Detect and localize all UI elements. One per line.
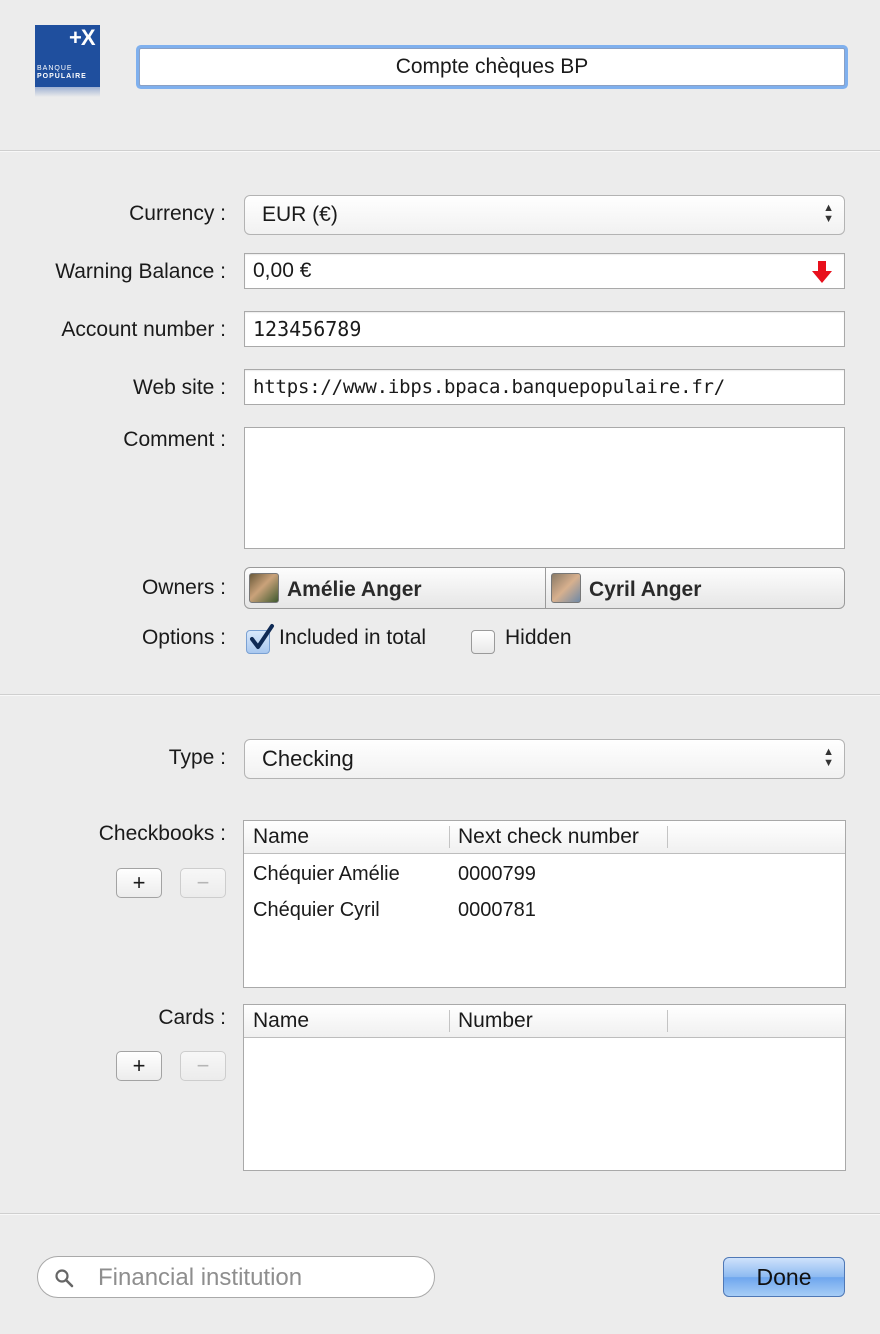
updown-arrows-icon: ▲ ▼	[823, 746, 834, 769]
column-header-name[interactable]: Name	[244, 821, 309, 853]
type-popup[interactable]: Checking ▲ ▼	[244, 739, 845, 779]
type-value: Checking	[262, 746, 354, 771]
section-divider	[0, 150, 880, 152]
logo-text-line1: BANQUE	[37, 65, 73, 72]
remove-card-button[interactable]: −	[180, 1051, 226, 1081]
type-label: Type :	[168, 746, 226, 769]
column-header-next-check-number[interactable]: Next check number	[449, 821, 639, 853]
warning-balance-field[interactable]: 0,00 €	[244, 253, 845, 289]
owner-name: Amélie Anger	[287, 578, 422, 601]
search-placeholder: Financial institution	[98, 1264, 303, 1291]
search-icon	[55, 1269, 74, 1288]
owner-name: Cyril Anger	[589, 578, 702, 601]
remove-checkbook-button[interactable]: −	[180, 868, 226, 898]
add-checkbook-button[interactable]: +	[116, 868, 162, 898]
included-in-total-label[interactable]: Included in total	[279, 626, 426, 650]
owner-amelie[interactable]: Amélie Anger	[245, 568, 545, 608]
cards-label: Cards :	[158, 1006, 226, 1029]
currency-label: Currency :	[129, 202, 226, 225]
avatar	[249, 573, 279, 603]
table-header: Name Number	[244, 1005, 845, 1038]
table-row[interactable]: Chéquier Amélie 0000799	[244, 856, 845, 892]
options-label: Options :	[141, 626, 226, 649]
checkbook-next-number: 0000799	[458, 863, 536, 885]
table-header: Name Next check number	[244, 821, 845, 854]
avatar	[551, 573, 581, 603]
account-name-field[interactable]: Compte chèques BP	[139, 48, 845, 86]
warning-balance-value: 0,00 €	[253, 259, 312, 282]
table-row[interactable]: Chéquier Cyril 0000781	[244, 892, 845, 928]
checkmark-icon	[250, 624, 274, 649]
comment-textarea[interactable]	[244, 427, 845, 549]
account-number-field[interactable]: 123456789	[244, 311, 845, 347]
add-card-button[interactable]: +	[116, 1051, 162, 1081]
warning-balance-label: Warning Balance :	[55, 260, 226, 283]
owners-label: Owners :	[141, 576, 226, 599]
updown-arrows-icon: ▲ ▼	[823, 202, 834, 225]
financial-institution-search[interactable]: Financial institution	[37, 1256, 435, 1298]
done-button[interactable]: Done	[723, 1257, 845, 1297]
currency-value: EUR (€)	[262, 203, 338, 226]
column-header-name[interactable]: Name	[244, 1005, 309, 1037]
included-in-total-checkbox[interactable]	[246, 624, 274, 654]
section-divider	[0, 1213, 880, 1215]
hidden-label[interactable]: Hidden	[505, 626, 572, 650]
account-number-label: Account number :	[61, 318, 226, 341]
currency-popup[interactable]: EUR (€) ▲ ▼	[244, 195, 845, 235]
checkbook-next-number: 0000781	[458, 899, 536, 921]
comment-label: Comment :	[123, 428, 226, 451]
down-arrow-icon[interactable]	[811, 260, 833, 284]
logo-mark: +X	[69, 25, 96, 50]
checkbooks-label: Checkbooks :	[98, 822, 226, 845]
owners-segmented-control: Amélie Anger Cyril Anger	[244, 567, 845, 609]
checkbook-name: Chéquier Cyril	[253, 899, 380, 921]
checkbook-name: Chéquier Amélie	[253, 863, 400, 885]
logo-text-line2: POPULAIRE	[37, 73, 87, 80]
checkbooks-table: Name Next check number Chéquier Amélie 0…	[243, 820, 846, 988]
owner-cyril[interactable]: Cyril Anger	[547, 568, 844, 608]
column-header-number[interactable]: Number	[449, 1005, 533, 1037]
hidden-checkbox[interactable]	[471, 630, 495, 654]
section-divider	[0, 694, 880, 696]
bank-logo: +X BANQUE POPULAIRE	[35, 25, 100, 97]
web-site-label: Web site :	[133, 376, 226, 399]
cards-table: Name Number	[243, 1004, 846, 1171]
web-site-field[interactable]: https://www.ibps.bpaca.banquepopulaire.f…	[244, 369, 845, 405]
